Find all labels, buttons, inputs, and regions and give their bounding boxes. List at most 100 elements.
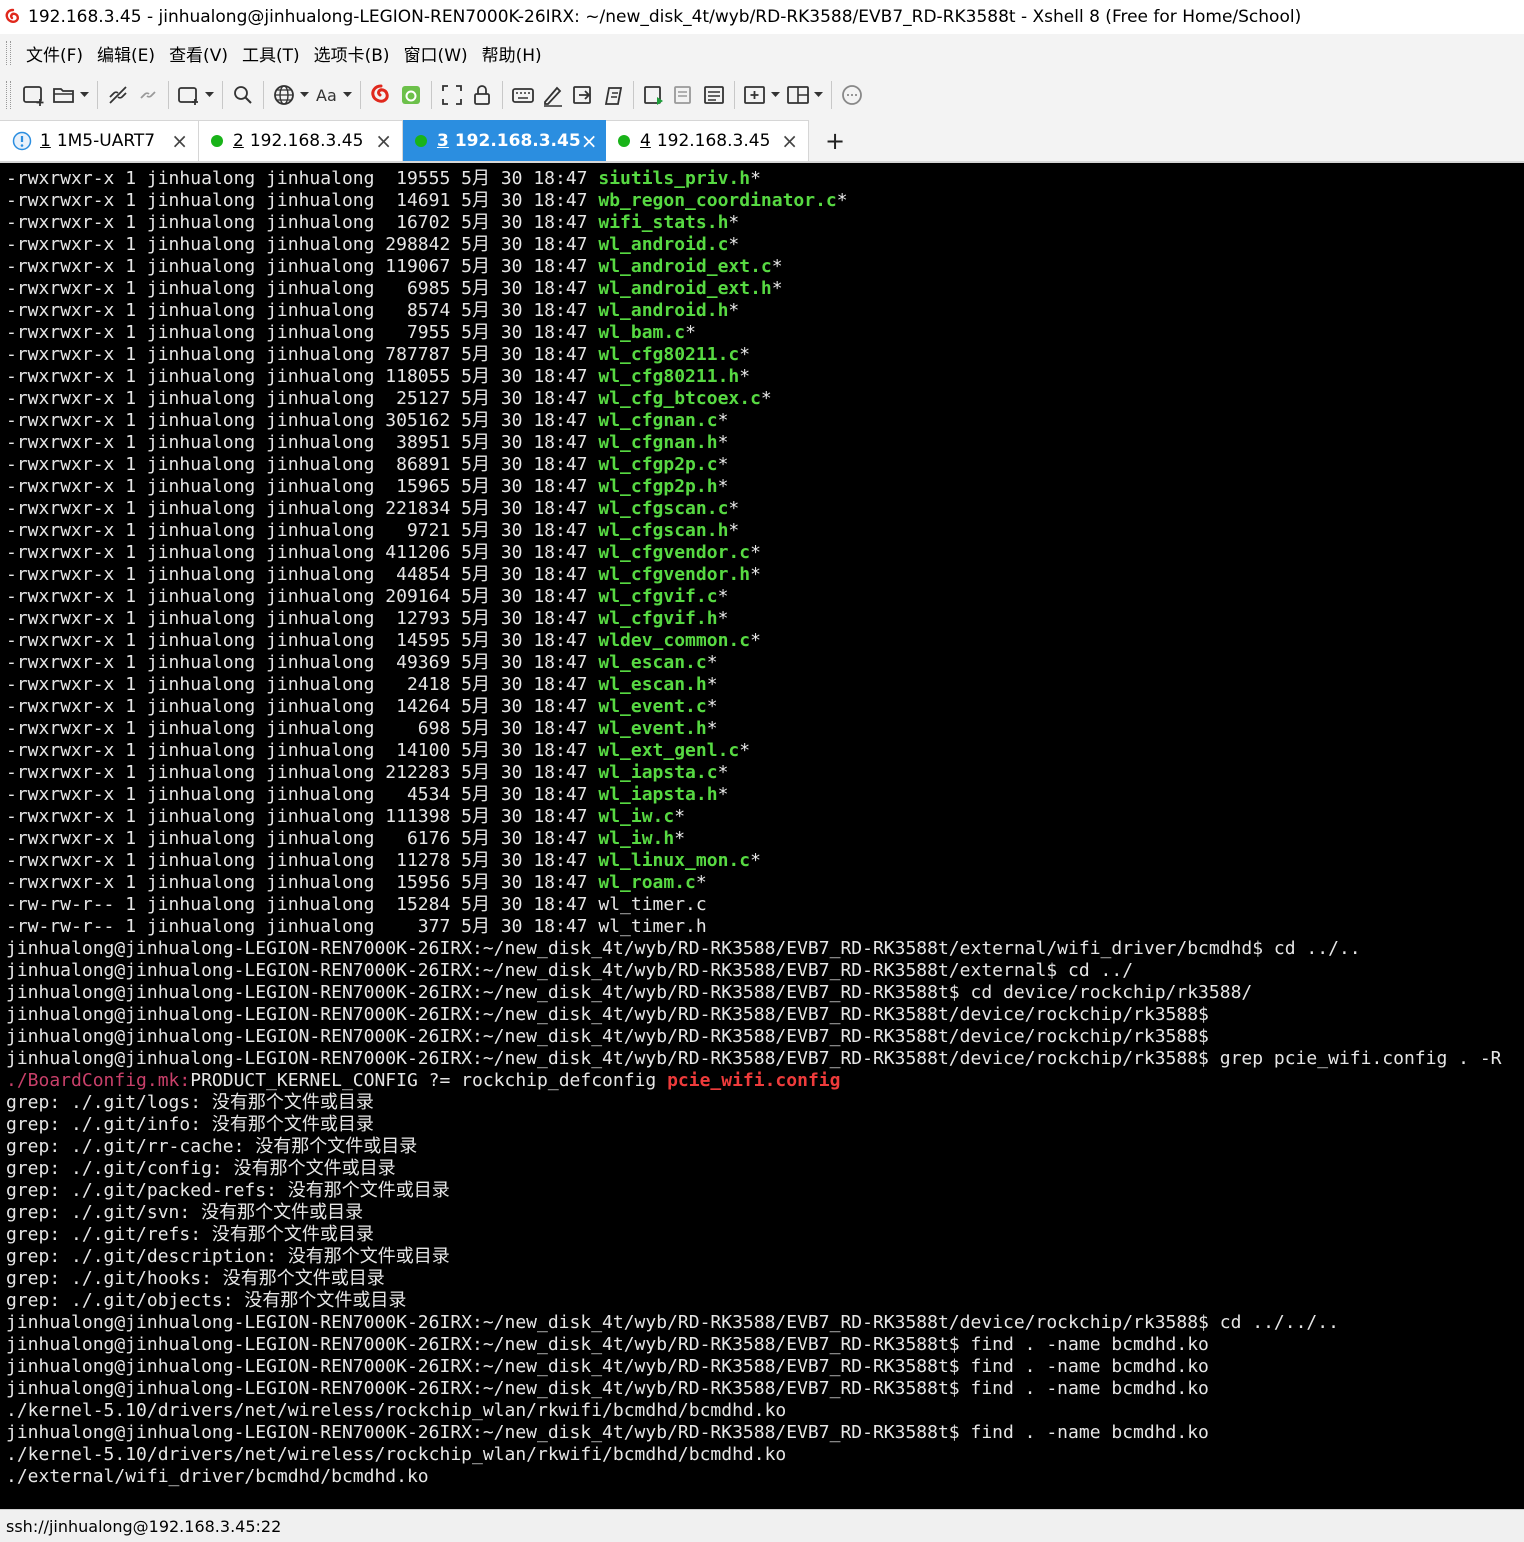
toolbar-separator bbox=[263, 81, 264, 109]
ls-entry: -rwxrwxr-x 1 jinhualong jinhualong 15965… bbox=[6, 476, 1502, 498]
ls-entry: -rwxrwxr-x 1 jinhualong jinhualong 8574 … bbox=[6, 300, 1502, 322]
ls-meta: -rwxrwxr-x 1 jinhualong jinhualong 49369… bbox=[6, 652, 599, 673]
prompt-line: jinhualong@jinhualong-LEGION-REN7000K-26… bbox=[6, 1004, 1209, 1025]
chevron-down-icon[interactable] bbox=[299, 92, 309, 98]
tab-session-1[interactable]: 1 1M5-UART7 × bbox=[0, 120, 199, 161]
chevron-down-icon[interactable] bbox=[79, 92, 89, 98]
exec-marker: * bbox=[674, 806, 686, 827]
globe-icon[interactable] bbox=[271, 79, 297, 111]
ls-entry: -rwxrwxr-x 1 jinhualong jinhualong 6176 … bbox=[6, 828, 1502, 850]
ls-meta: -rwxrwxr-x 1 jinhualong jinhualong 15965… bbox=[6, 476, 599, 497]
menu-window[interactable]: 窗口(W) bbox=[397, 41, 475, 66]
close-icon[interactable]: × bbox=[781, 131, 798, 151]
font-icon[interactable]: Aa bbox=[314, 79, 340, 111]
tab-label: 192.168.3.45 bbox=[249, 131, 364, 151]
exec-marker: * bbox=[717, 608, 729, 629]
tab-session-2[interactable]: 2 192.168.3.45 × bbox=[199, 120, 403, 161]
file-name: wl_cfgvif.c bbox=[598, 586, 718, 607]
menu-tools[interactable]: 工具(T) bbox=[235, 41, 307, 66]
close-icon[interactable]: × bbox=[581, 131, 598, 151]
disconnect-icon[interactable] bbox=[105, 79, 131, 111]
close-icon[interactable]: × bbox=[171, 131, 188, 151]
file-name: wldev_common.c bbox=[598, 630, 751, 651]
ls-meta: -rwxrwxr-x 1 jinhualong jinhualong 11139… bbox=[6, 806, 599, 827]
list-icon[interactable] bbox=[701, 79, 727, 111]
file-name: siutils_priv.h bbox=[598, 168, 751, 189]
connection-status: ssh://jinhualong@192.168.3.45:22 bbox=[6, 1516, 282, 1536]
exec-marker: * bbox=[674, 828, 686, 849]
exec-marker: * bbox=[728, 300, 740, 321]
close-icon[interactable]: × bbox=[375, 131, 392, 151]
ls-meta: -rwxrwxr-x 1 jinhualong jinhualong 15956… bbox=[6, 872, 599, 893]
ls-meta: -rwxrwxr-x 1 jinhualong jinhualong 16702… bbox=[6, 212, 599, 233]
new-window-icon[interactable] bbox=[176, 79, 202, 111]
chevron-down-icon[interactable] bbox=[770, 92, 780, 98]
layout-icon[interactable] bbox=[785, 79, 811, 111]
menu-view[interactable]: 查看(V) bbox=[162, 41, 235, 66]
grep-error-line: grep: ./.git/hooks: 没有那个文件或目录 bbox=[6, 1268, 385, 1289]
script-icon[interactable] bbox=[540, 79, 566, 111]
exec-marker: * bbox=[739, 366, 751, 387]
ls-meta: -rwxrwxr-x 1 jinhualong jinhualong 8574 … bbox=[6, 300, 599, 321]
grep-error-line: grep: ./.git/info: 没有那个文件或目录 bbox=[6, 1114, 374, 1135]
exec-marker: * bbox=[717, 476, 729, 497]
menu-tabs[interactable]: 选项卡(B) bbox=[307, 41, 397, 66]
chevron-down-icon[interactable] bbox=[813, 92, 823, 98]
menu-edit[interactable]: 编辑(E) bbox=[90, 41, 162, 66]
tab-label: 192.168.3.45 bbox=[454, 131, 581, 151]
ls-meta: -rwxrwxr-x 1 jinhualong jinhualong 14595… bbox=[6, 630, 599, 651]
ls-meta: -rwxrwxr-x 1 jinhualong jinhualong 7955 … bbox=[6, 322, 599, 343]
prompt-line: jinhualong@jinhualong-LEGION-REN7000K-26… bbox=[6, 938, 1361, 959]
ls-entry: -rwxrwxr-x 1 jinhualong jinhualong 29884… bbox=[6, 234, 1502, 256]
ls-meta: -rwxrwxr-x 1 jinhualong jinhualong 11278… bbox=[6, 850, 599, 871]
exec-marker: * bbox=[685, 322, 696, 343]
ls-meta: -rwxrwxr-x 1 jinhualong jinhualong 29884… bbox=[6, 234, 599, 255]
exec-marker: * bbox=[750, 564, 761, 585]
prompt-line: jinhualong@jinhualong-LEGION-REN7000K-26… bbox=[6, 1356, 1209, 1377]
reconnect-icon[interactable] bbox=[135, 79, 161, 111]
new-session-icon[interactable] bbox=[21, 79, 47, 111]
add-pane-icon[interactable] bbox=[742, 79, 768, 111]
terminal-lines: -rwxrwxr-x 1 jinhualong jinhualong 19555… bbox=[6, 168, 1502, 1488]
grep-error-line: grep: ./.git/packed-refs: 没有那个文件或目录 bbox=[6, 1180, 450, 1201]
file-name: wl_cfgp2p.h bbox=[598, 476, 718, 497]
file-name: wl_timer.h bbox=[598, 916, 707, 937]
terminal-output[interactable]: -rwxrwxr-x 1 jinhualong jinhualong 19555… bbox=[0, 163, 1524, 1509]
keyboard-icon[interactable] bbox=[510, 79, 536, 111]
chat-icon[interactable] bbox=[839, 79, 865, 111]
lock-icon[interactable] bbox=[469, 79, 495, 111]
toolbar-separator bbox=[431, 81, 432, 109]
new-tab-button[interactable]: + bbox=[819, 121, 851, 161]
file-name: wl_iapsta.c bbox=[598, 762, 718, 783]
file-name: wl_cfgvendor.h bbox=[598, 564, 751, 585]
toolbar-separator bbox=[360, 81, 361, 109]
xagent-icon[interactable] bbox=[398, 79, 424, 111]
ls-entry: -rwxrwxr-x 1 jinhualong jinhualong 49369… bbox=[6, 652, 1502, 674]
chevron-down-icon[interactable] bbox=[204, 92, 214, 98]
exec-marker: * bbox=[760, 388, 772, 409]
grep-error-line: grep: ./.git/logs: 没有那个文件或目录 bbox=[6, 1092, 374, 1113]
warning-icon bbox=[12, 131, 32, 151]
menu-file[interactable]: 文件(F) bbox=[19, 41, 90, 66]
tab-session-4[interactable]: 4 192.168.3.45 × bbox=[606, 120, 809, 161]
macro-icon[interactable] bbox=[600, 79, 626, 111]
open-folder-icon[interactable] bbox=[51, 79, 77, 111]
transfer-icon[interactable] bbox=[570, 79, 596, 111]
fullscreen-icon[interactable] bbox=[439, 79, 465, 111]
file-name: wl_iw.h bbox=[598, 828, 675, 849]
toolbar-separator bbox=[502, 81, 503, 109]
file-name: wb_regon_coordinator.c bbox=[598, 190, 837, 211]
chevron-down-icon[interactable] bbox=[342, 92, 352, 98]
compose-icon[interactable] bbox=[641, 79, 667, 111]
log-icon[interactable] bbox=[671, 79, 697, 111]
exec-marker: * bbox=[717, 586, 729, 607]
search-icon[interactable] bbox=[230, 79, 256, 111]
tab-session-3[interactable]: 3 192.168.3.45 × bbox=[403, 120, 606, 161]
exec-marker: * bbox=[739, 740, 751, 761]
exec-marker: * bbox=[836, 190, 848, 211]
ls-entry: -rwxrwxr-x 1 jinhualong jinhualong 15956… bbox=[6, 872, 1502, 894]
exec-marker: * bbox=[750, 542, 761, 563]
xftp-icon[interactable] bbox=[368, 79, 394, 111]
menu-help[interactable]: 帮助(H) bbox=[475, 41, 549, 66]
grep-error-line: grep: ./.git/svn: 没有那个文件或目录 bbox=[6, 1202, 364, 1223]
